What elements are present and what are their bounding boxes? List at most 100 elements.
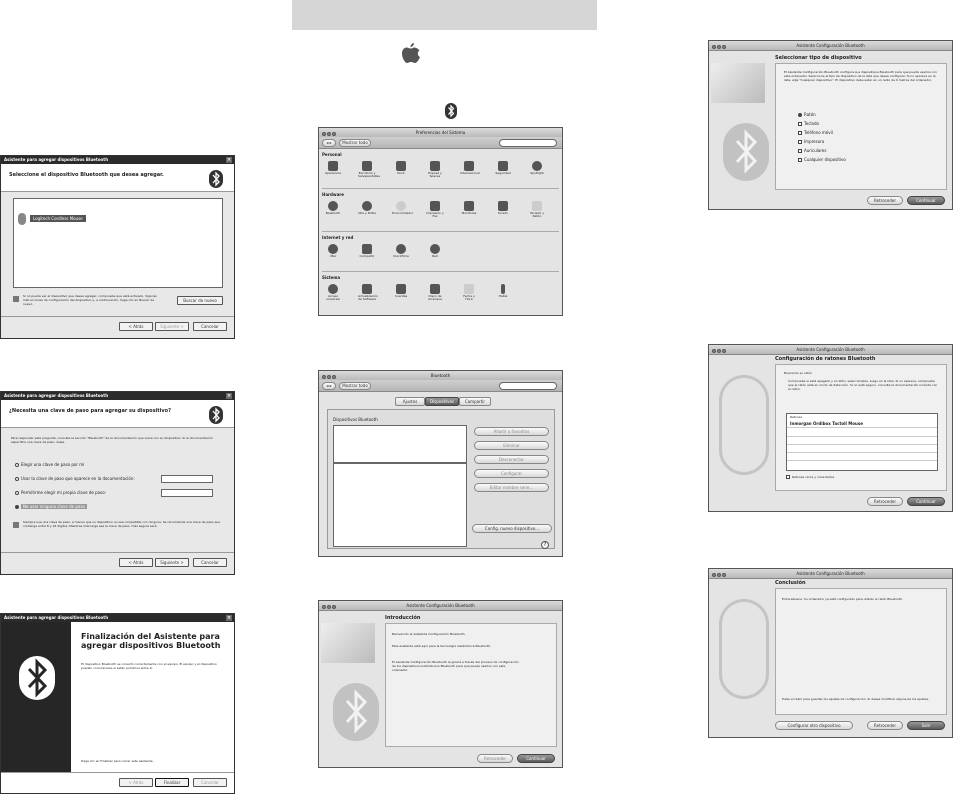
back-button[interactable]: < Atrás xyxy=(119,778,153,787)
step-heading: Conclusión xyxy=(775,580,806,586)
setup-another-button[interactable]: Configurar otro dispositivo xyxy=(775,721,853,730)
list-item[interactable]: Inmorgan Ordibox Tactoll Mouse xyxy=(787,420,937,428)
continue-button[interactable]: Continuar xyxy=(907,497,945,506)
search-input[interactable] xyxy=(499,382,557,390)
window-title: Preferencias del Sistema xyxy=(415,130,466,135)
devices-list[interactable] xyxy=(333,463,467,547)
devices-list-top[interactable] xyxy=(333,425,467,463)
pref-bluetooth[interactable]: Bluetooth xyxy=(324,201,342,215)
window-controls[interactable] xyxy=(712,571,727,580)
edit-serial-button[interactable]: Editar nombre serie... xyxy=(474,483,549,492)
back-forward-button[interactable]: ◂ ▸ xyxy=(322,382,336,390)
back-button[interactable]: < Atrás xyxy=(119,558,153,567)
nearby-checkbox[interactable]: Ratones cerca y conectados xyxy=(786,475,834,480)
search-input[interactable] xyxy=(499,139,557,147)
pref-cuentas[interactable]: Cuentas xyxy=(392,284,410,298)
content-panel: Bienvenido al Asistente Configuración Bl… xyxy=(385,623,557,747)
pref-compartir[interactable]: Compartir xyxy=(358,244,376,258)
passkey-doc-input[interactable] xyxy=(161,475,213,483)
pref-acceso[interactable]: Acceso universal xyxy=(324,284,342,301)
option-telefono[interactable]: Teléfono móvil xyxy=(798,130,833,135)
intro-p3: El Asistente Configuración Bluetooth le … xyxy=(392,660,519,672)
finish-button[interactable]: Finalizar xyxy=(155,778,189,787)
back-button[interactable]: Retroceder xyxy=(867,497,903,506)
option-auto[interactable]: Elegir una clave de paso por mí xyxy=(15,462,84,467)
microphone-icon xyxy=(501,284,505,294)
configure-button[interactable]: Configurar xyxy=(474,469,549,478)
pref-seguridad[interactable]: Seguridad xyxy=(494,161,512,175)
continue-button[interactable]: Continuar xyxy=(907,196,945,205)
tab-compartir[interactable]: Compartir xyxy=(459,397,491,406)
lightbulb-icon xyxy=(396,201,406,211)
pref-habla[interactable]: Habla xyxy=(494,284,512,298)
pref-dock[interactable]: Dock xyxy=(392,161,410,175)
passkey-own-input[interactable] xyxy=(161,489,213,497)
next-button[interactable]: Siguiente > xyxy=(155,558,189,567)
pref-internacional[interactable]: Internacional xyxy=(460,161,480,175)
bluetooth-icon xyxy=(19,656,55,700)
assistant-art xyxy=(321,613,379,748)
bluetooth-setup-conclusion-window: Asistente Configuración Bluetooth Conclu… xyxy=(708,568,953,738)
pref-cds[interactable]: CDs y DVDs xyxy=(358,201,376,215)
pref-sonido[interactable]: Sonido xyxy=(494,201,512,215)
back-button[interactable]: < Atrás xyxy=(119,322,153,331)
pref-fecha[interactable]: Fecha y Hora xyxy=(460,284,478,301)
back-button[interactable]: Retroceder xyxy=(867,196,903,205)
back-forward-button[interactable]: ◂ ▸ xyxy=(322,139,336,147)
option-raton[interactable]: Ratón xyxy=(798,112,816,117)
pref-spotlight[interactable]: Spotlight xyxy=(528,161,546,175)
section-internet: Internet y red xyxy=(322,235,354,240)
search-again-button[interactable]: Buscar de nuevo xyxy=(177,296,223,305)
pref-apariencia[interactable]: Apariencia xyxy=(324,161,342,175)
close-icon[interactable]: × xyxy=(226,157,232,163)
pref-red[interactable]: Red xyxy=(426,244,444,258)
type-description: El Asistente Configuración Bluetooth con… xyxy=(784,70,937,82)
show-all-button[interactable]: Mostrar todo xyxy=(339,139,371,147)
wizard-header-text: ¿Necesita una clave de paso para agregar… xyxy=(9,408,171,414)
cancel-button[interactable]: Cancelar xyxy=(193,558,227,567)
option-impresora[interactable]: Impresora xyxy=(798,139,824,144)
window-controls[interactable] xyxy=(712,347,727,356)
remove-button[interactable]: Eliminar xyxy=(474,441,549,450)
pref-economizador[interactable]: Economizador xyxy=(392,201,413,215)
option-cualquier[interactable]: Cualquier dispositivo xyxy=(798,157,846,162)
note-text: Si no puede ver el dispositivo que desea… xyxy=(23,294,157,306)
tab-dispositivos[interactable]: Dispositivos xyxy=(425,397,459,406)
option-none[interactable]: No usar ninguna clave de paso xyxy=(15,504,87,509)
list-row-empty xyxy=(787,460,937,461)
window-controls[interactable] xyxy=(322,603,337,612)
tab-ajustes[interactable]: Ajustes xyxy=(395,397,425,406)
mac-icon xyxy=(328,244,338,254)
speaker-icon xyxy=(498,201,508,211)
cancel-button[interactable]: Cancelar xyxy=(193,778,227,787)
quit-button[interactable]: Salir xyxy=(907,721,945,730)
close-icon[interactable]: × xyxy=(226,393,232,399)
pref-teclado[interactable]: Teclado y Ratón xyxy=(528,201,546,218)
option-documentation[interactable]: Usar la clave de paso que aparece en la … xyxy=(15,476,135,481)
window-controls[interactable] xyxy=(712,43,727,52)
pref-impresion[interactable]: Impresión y Fax xyxy=(426,201,444,218)
option-teclado[interactable]: Teclado xyxy=(798,121,819,126)
pref-quicktime[interactable]: QuickTime xyxy=(392,244,410,258)
close-icon[interactable]: × xyxy=(226,615,232,621)
mouse-list[interactable]: Ratones Inmorgan Ordibox Tactoll Mouse xyxy=(786,413,938,471)
pref-actualizacion[interactable]: Actualización de Software xyxy=(358,284,378,301)
add-favorites-button[interactable]: Añadir a Favoritos xyxy=(474,427,549,436)
next-button[interactable]: Siguiente > xyxy=(155,322,189,331)
option-own[interactable]: Permitirme elegir mi propia clave de pas… xyxy=(15,490,106,495)
show-all-button[interactable]: Mostrar todo xyxy=(339,382,371,390)
cancel-button[interactable]: Cancelar xyxy=(193,322,227,331)
pref-escritorio[interactable]: Escritorio y Salvapantallas xyxy=(358,161,380,178)
pref-monitores[interactable]: Monitores xyxy=(460,201,478,215)
help-icon[interactable]: ? xyxy=(541,541,549,549)
pref-mac[interactable]: .Mac xyxy=(324,244,342,258)
setup-new-device-button[interactable]: Config. nuevo dispositivo... xyxy=(472,524,552,533)
continue-button[interactable]: Continuar xyxy=(517,754,555,763)
device-list[interactable]: Logitech Cordless Mouse xyxy=(13,198,223,288)
back-button[interactable]: Retroceder xyxy=(867,721,903,730)
pref-expose[interactable]: Exposé y Spaces xyxy=(426,161,444,178)
option-auriculares[interactable]: Auriculares xyxy=(798,148,826,153)
pref-disco[interactable]: Disco de Arranque xyxy=(426,284,444,301)
back-button[interactable]: Retroceder xyxy=(477,754,513,763)
disconnect-button[interactable]: Desconectar xyxy=(474,455,549,464)
